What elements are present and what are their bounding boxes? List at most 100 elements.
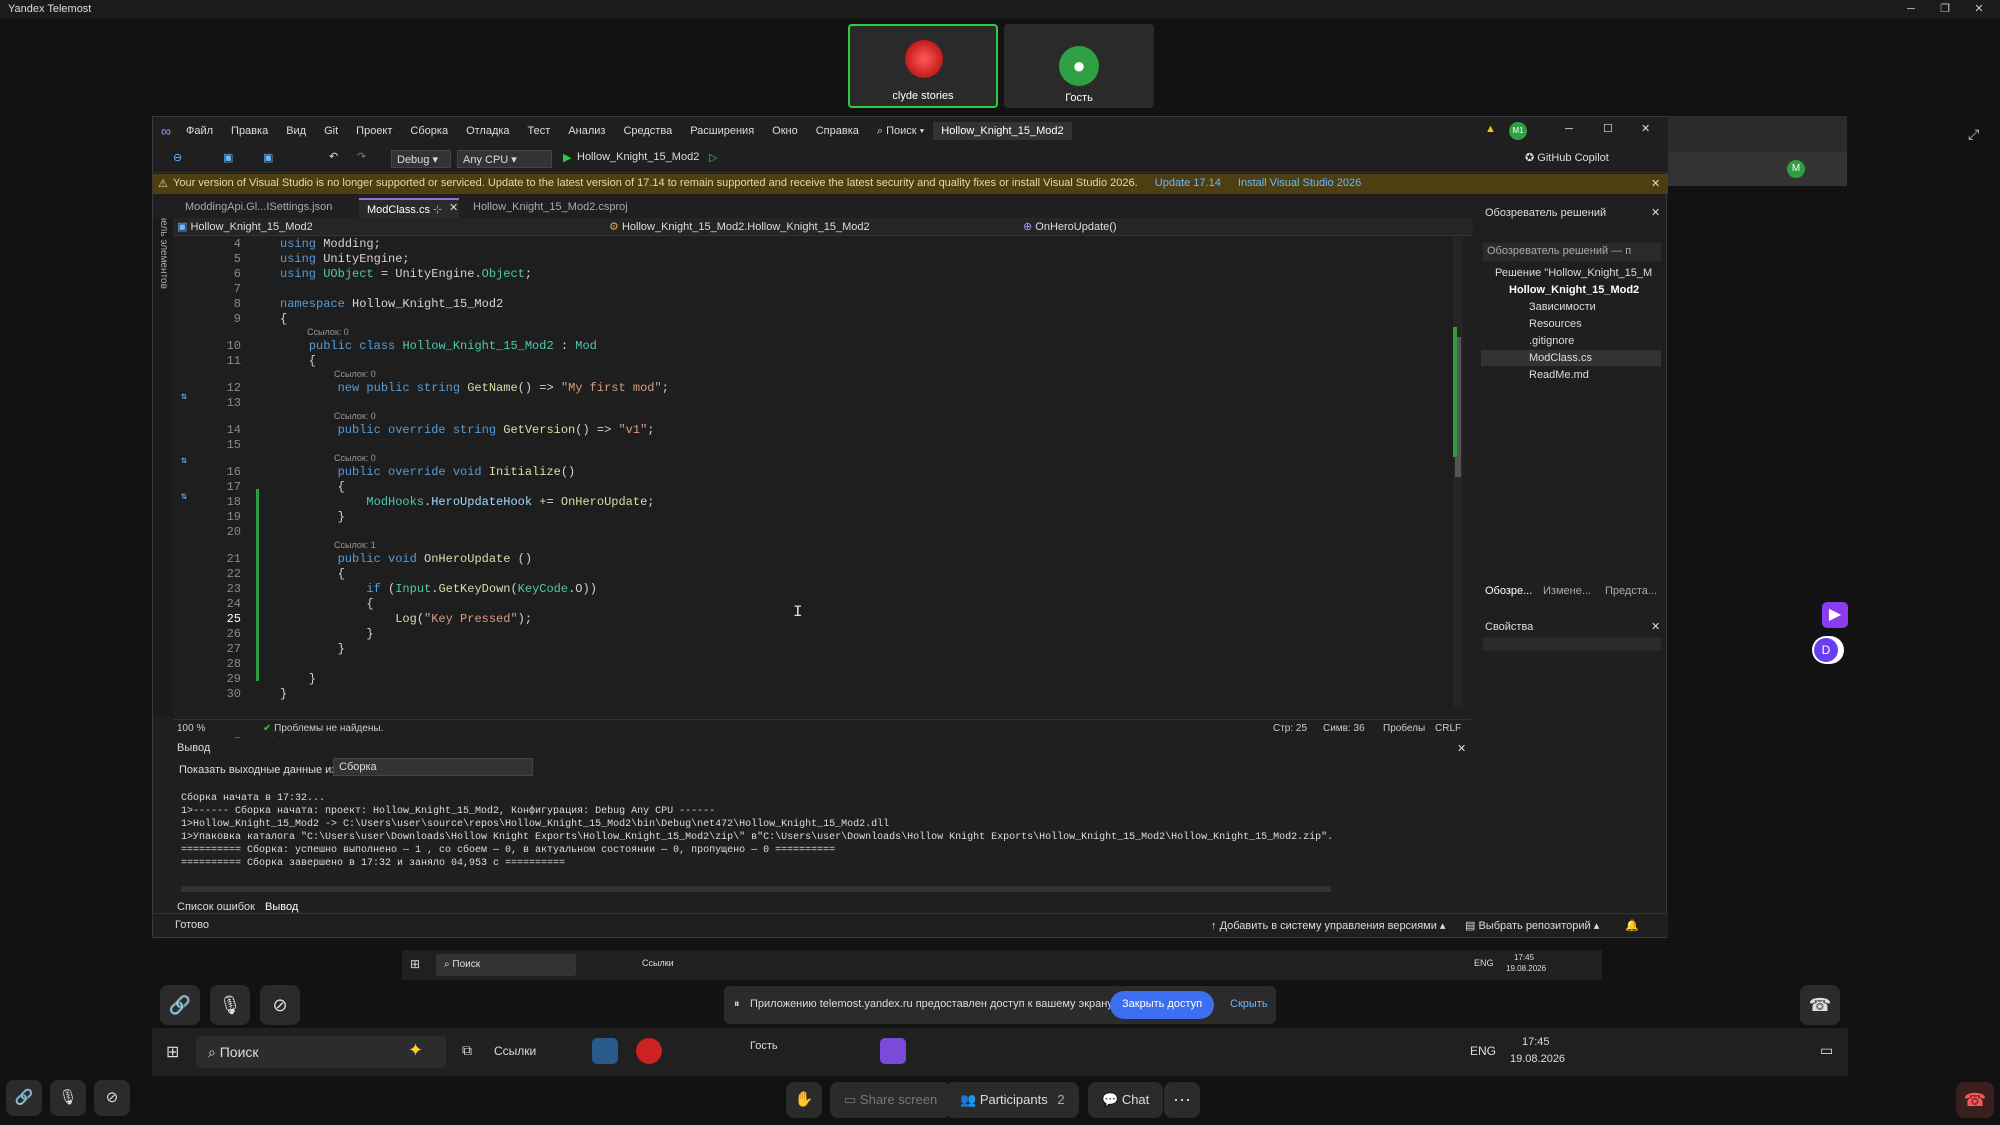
code-editor[interactable]: ✎ ⇅ ⇅ ⇅ 4 5 6 7 8 9 10 11 12 13 14 15 16… [173,237,1463,746]
menu-debug[interactable]: Отладка [466,125,509,137]
task-view-icon[interactable]: ⧉ [462,1042,472,1059]
code-lens-refs[interactable]: Ссылок: 1 [334,540,376,550]
chat-button[interactable]: 💬 Chat [1088,1082,1164,1118]
save-all-icon[interactable]: ▣ [263,151,273,164]
menu-view[interactable]: Вид [286,125,306,137]
start-without-debug-icon[interactable]: ▷ [709,151,717,164]
tab-error-list[interactable]: Список ошибок [177,901,255,913]
raise-hand-icon[interactable]: ✋ [786,1082,822,1118]
tree-item-project[interactable]: Hollow_Knight_15_Mod2 [1509,284,1639,296]
telemost-play-icon[interactable]: ▶ [1822,602,1848,628]
close-icon[interactable]: ✕ [1964,0,1994,18]
add-to-vcs-button[interactable]: ↑ Добавить в систему управления версиями… [1211,919,1445,932]
menu-help[interactable]: Справка [816,125,859,137]
fullscreen-icon[interactable]: ⤢ [1968,126,1979,143]
stop-sharing-button[interactable]: Закрыть доступ [1110,991,1215,1019]
menu-project[interactable]: Проект [356,125,392,137]
participants-button[interactable]: 👥 Participants 2 [946,1082,1079,1118]
minimize-icon[interactable]: ─ [1896,0,1926,18]
menu-edit[interactable]: Правка [231,125,268,137]
share-screen-button[interactable]: ▭ Share screen [830,1082,952,1118]
solution-search-input[interactable]: Обозреватель решений — п [1483,243,1661,261]
visual-studio-icon[interactable] [880,1038,906,1064]
hang-up-icon[interactable]: ☎ [1800,985,1840,1025]
maximize-icon[interactable]: ☐ [1603,122,1613,135]
tab-modclass[interactable]: ModClass.cs ⊹ [359,198,459,218]
camera-off-icon[interactable]: ⊘ [94,1080,130,1116]
platform-dropdown[interactable]: Any CPU ▾ [457,150,552,168]
menu-extensions[interactable]: Расширения [690,125,754,137]
notification-center-icon[interactable]: ▭ [1820,1042,1833,1059]
menu-test[interactable]: Тест [528,125,551,137]
menu-tools[interactable]: Средства [623,125,672,137]
save-icon[interactable]: ▣ [223,151,233,164]
menu-git[interactable]: Git [324,125,338,137]
toolbox-strip[interactable]: Панель элементов [153,196,173,716]
tab-output[interactable]: Вывод [265,901,298,913]
close-icon[interactable]: ✕ [1651,206,1660,219]
back-icon[interactable]: ⊖ [173,151,182,164]
tree-item-solution[interactable]: Решение "Hollow_Knight_15_M [1495,267,1652,279]
tab-settings-json[interactable]: ModdingApi.Gl...ISettings.json [177,198,340,218]
output-hscrollbar[interactable] [181,886,1331,892]
zoom-level[interactable]: 100 % [177,723,205,734]
menu-window[interactable]: Окно [772,125,798,137]
override-icon[interactable]: ⇅ [181,491,187,503]
tree-item-resources[interactable]: Resources [1529,318,1582,330]
close-icon[interactable]: ✕ [1641,122,1650,135]
more-icon[interactable]: ⋯ [1164,1082,1200,1118]
close-icon[interactable]: ✕ [449,201,458,214]
pin-icon[interactable]: ⊹ [433,204,442,216]
link-icon[interactable]: 🔗 [6,1080,42,1116]
minimize-icon[interactable]: ─ [1565,123,1573,135]
notifications-icon[interactable]: 🔔 [1625,919,1639,932]
problems-status[interactable]: ✔ Проблемы не найдены. [263,723,383,734]
code-lens-refs[interactable]: Ссылок: 0 [334,453,376,463]
override-icon[interactable]: ⇅ [181,391,187,403]
tree-item-modclass[interactable]: ModClass.cs [1529,352,1592,364]
start-target[interactable]: Hollow_Knight_15_Mod2 [577,151,699,163]
play-icon[interactable]: ▶ [563,151,571,164]
camera-off-icon[interactable]: ⊘ [260,985,300,1025]
editor-scrollbar[interactable] [1453,237,1463,707]
properties-object-dropdown[interactable] [1483,637,1661,651]
nav-member-dropdown[interactable]: ⊕ OnHeroUpdate() [1023,220,1117,233]
menu-analyze[interactable]: Анализ [568,125,605,137]
menu-file[interactable]: Файл [186,125,213,137]
install-link[interactable]: Install Visual Studio 2026 [1238,177,1361,189]
participant-tile-guest[interactable]: ● Гость [1004,24,1154,108]
hang-up-icon[interactable]: ☎ [1956,1082,1994,1118]
code-lens-refs[interactable]: Ссылок: 0 [307,327,349,337]
maximize-icon[interactable]: ❐ [1930,0,1960,18]
microphone-icon[interactable]: 🎙 [50,1080,86,1116]
search-button[interactable]: ⌕ Поиск ▾ [877,125,924,138]
output-source-dropdown[interactable]: Сборка [333,758,533,776]
code-lens-refs[interactable]: Ссылок: 0 [334,411,376,421]
tab-class-view[interactable]: Предста... [1605,585,1657,597]
tab-solution-explorer[interactable]: Обозре... [1485,585,1532,597]
close-icon[interactable]: ✕ [1651,177,1660,190]
undo-icon[interactable]: ↶ [329,150,338,163]
tree-item-dependencies[interactable]: Зависимости [1529,301,1596,313]
select-repo-button[interactable]: ▤ Выбрать репозиторий ▴ [1465,919,1599,932]
tab-git-changes[interactable]: Измене... [1543,585,1591,597]
app-icon[interactable] [636,1038,662,1064]
menu-build[interactable]: Сборка [410,125,448,137]
code-lens-refs[interactable]: Ссылок: 0 [334,369,376,379]
hide-banner-link[interactable]: Скрыть [1230,998,1268,1010]
redo-icon[interactable]: ↷ [357,150,366,163]
line-endings[interactable]: CRLF [1435,723,1461,734]
tree-item-gitignore[interactable]: .gitignore [1529,335,1574,347]
windows-icon[interactable]: ⊞ [166,1042,179,1062]
nav-project-dropdown[interactable]: ▣ Hollow_Knight_15_Mod2 [177,220,313,233]
indent-mode[interactable]: Пробелы [1383,723,1425,734]
microphone-icon[interactable]: 🎙 [210,985,250,1025]
link-icon[interactable]: 🔗 [160,985,200,1025]
close-icon[interactable]: ✕ [1651,620,1660,633]
app-icon[interactable] [592,1038,618,1064]
copilot-button[interactable]: ✪ GitHub Copilot [1525,151,1609,164]
side-widget[interactable]: D [1812,636,1844,664]
update-link[interactable]: Update 17.14 [1155,177,1221,189]
tree-item-readme[interactable]: ReadMe.md [1529,369,1589,381]
participant-tile-clyde[interactable]: clyde stories [848,24,998,108]
